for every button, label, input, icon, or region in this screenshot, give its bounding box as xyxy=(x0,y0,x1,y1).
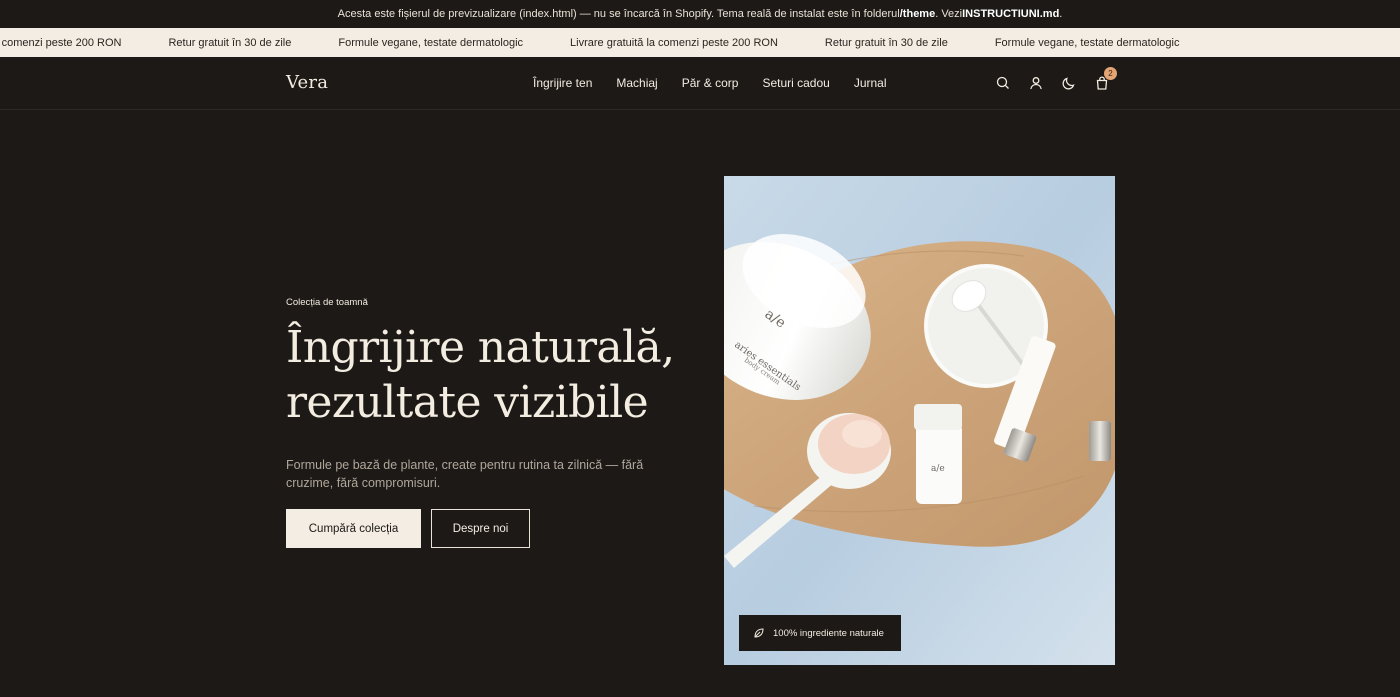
natural-ingredients-badge: 100% ingrediente naturale xyxy=(739,615,901,651)
hero-description: Formule pe bază de plante, create pentru… xyxy=(286,458,644,490)
header-actions: 2 xyxy=(995,67,1117,91)
hero-title: Îngrijire naturală, rezultate vizibile xyxy=(286,320,686,430)
about-us-button[interactable]: Despre noi xyxy=(431,509,530,548)
brand-logo[interactable]: Vera xyxy=(286,72,328,93)
nav-item-seturi-cadou[interactable]: Seturi cadou xyxy=(762,76,829,90)
cart-button[interactable]: 2 xyxy=(1094,67,1117,91)
nav-item-ingrijire-ten[interactable]: Îngrijire ten xyxy=(533,76,592,90)
preview-notice-middle: . Vezi xyxy=(935,8,963,20)
preview-notice-end: . xyxy=(1059,8,1063,20)
small-bottle: a/e xyxy=(914,404,962,504)
hero-title-line-2: rezultate vizibile xyxy=(286,377,649,428)
ticker-item: Retur gratuit în 30 de zile xyxy=(824,36,948,49)
hero-product-image: a/e aries essentials body cream a/e xyxy=(724,176,1115,665)
ticker-item: Formule vegane, testate dermatologic xyxy=(994,36,1180,49)
announcement-ticker: la comenzi peste 200 RON Retur gratuit î… xyxy=(0,28,1400,57)
preview-notice-folder: /theme xyxy=(899,8,936,20)
account-icon[interactable] xyxy=(1028,75,1044,91)
main-nav: Îngrijire ten Machiaj Păr & corp Seturi … xyxy=(533,76,887,90)
hero-eyebrow: Colecția de toamnă xyxy=(286,297,368,308)
shop-collection-button[interactable]: Cumpără colecția xyxy=(286,509,421,548)
preview-notice-text: Acesta este fișierul de previzualizare (… xyxy=(337,8,900,20)
preview-notice-doc: INSTRUCTIUNI.md xyxy=(962,8,1060,20)
nav-item-machiaj[interactable]: Machiaj xyxy=(616,76,657,90)
ticker-item: Formule vegane, testate dermatologic xyxy=(338,36,524,49)
nav-item-par-corp[interactable]: Păr & corp xyxy=(682,76,739,90)
ticker-track: la comenzi peste 200 RON Retur gratuit î… xyxy=(0,28,1226,57)
svg-text:a/e: a/e xyxy=(931,464,945,474)
site-header: Vera Îngrijire ten Machiaj Păr & corp Se… xyxy=(0,57,1400,110)
leaf-icon xyxy=(754,628,764,638)
ticker-item: Livrare gratuită la comenzi peste 200 RO… xyxy=(570,36,778,49)
search-icon[interactable] xyxy=(995,75,1011,91)
nav-item-jurnal[interactable]: Jurnal xyxy=(854,76,887,90)
hero-title-line-1: Îngrijire naturală, xyxy=(286,322,675,373)
ticker-item: la comenzi peste 200 RON xyxy=(0,36,122,49)
badge-text: 100% ingrediente naturale xyxy=(773,627,884,639)
moon-icon[interactable] xyxy=(1061,75,1077,91)
cart-count-badge: 2 xyxy=(1104,67,1117,80)
ticker-item: Retur gratuit în 30 de zile xyxy=(168,36,292,49)
product-illustration: a/e aries essentials body cream a/e xyxy=(724,176,1115,665)
hero-copy: Colecția de toamnă Îngrijire naturală, r… xyxy=(286,297,686,492)
hero-actions: Cumpără colecția Despre noi xyxy=(286,509,530,548)
preview-notice-bar: Acesta este fișierul de previzualizare (… xyxy=(0,0,1400,28)
